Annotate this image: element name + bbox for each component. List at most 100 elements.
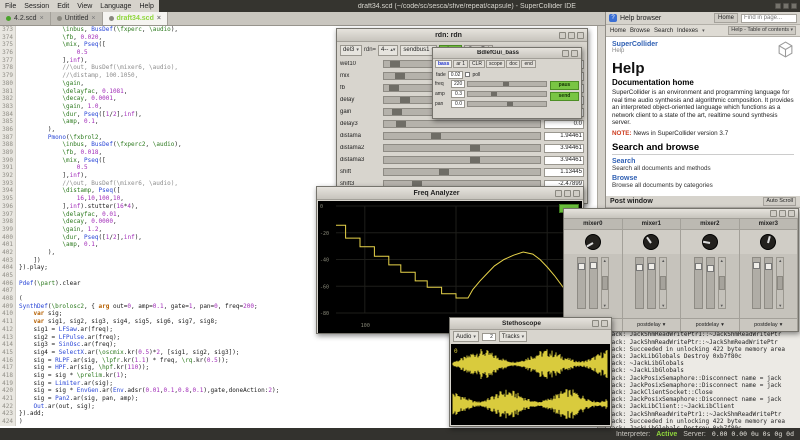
minimize-icon[interactable] xyxy=(559,32,566,39)
mixer-titlebar[interactable] xyxy=(564,209,798,219)
param-slider[interactable] xyxy=(383,120,541,128)
mixer-knob[interactable] xyxy=(585,234,601,250)
auto-scroll-button[interactable]: Auto Scroll xyxy=(763,197,796,206)
toc-select[interactable]: Help - Table of contents ▾ xyxy=(728,26,796,35)
param-slider[interactable] xyxy=(383,156,541,164)
find-in-page-input[interactable] xyxy=(741,14,797,23)
slider-handle[interactable] xyxy=(431,133,441,139)
channel-scrollbar[interactable]: ▲▼ xyxy=(718,257,726,309)
bassgui-titlebar[interactable]: BdlefGui_bass xyxy=(433,48,581,59)
bass-button-bass[interactable]: bass xyxy=(435,60,452,68)
scroll-up-icon[interactable]: ▲ xyxy=(778,258,782,263)
slider-handle[interactable] xyxy=(470,157,480,163)
postdelay-select[interactable]: postdelay▾ xyxy=(681,318,739,331)
spinner-arrows-icon[interactable]: ▴▾ xyxy=(390,47,395,53)
freq-analyzer-titlebar[interactable]: Freq Analyzer xyxy=(317,187,583,200)
slider-handle[interactable] xyxy=(590,262,597,269)
scroll-thumb[interactable] xyxy=(602,276,608,290)
bass-button-scope[interactable]: scope xyxy=(486,60,505,68)
param-slider[interactable] xyxy=(383,132,541,140)
scroll-thumb[interactable] xyxy=(660,276,666,290)
slider-handle[interactable] xyxy=(470,145,480,151)
channel-slider[interactable] xyxy=(577,257,586,309)
channel-scrollbar[interactable]: ▲▼ xyxy=(601,257,609,309)
channel-slider[interactable] xyxy=(647,257,656,309)
param-numbox[interactable]: 0.0 xyxy=(451,100,465,108)
tracks-select[interactable]: Tracks▾ xyxy=(499,331,527,342)
help-nav-home[interactable]: Home xyxy=(610,28,626,34)
note-text[interactable]: News in SuperCollider version 3.7 xyxy=(633,130,728,137)
close-icon[interactable] xyxy=(788,210,795,217)
minimize-icon[interactable] xyxy=(770,210,777,217)
scroll-thumb[interactable] xyxy=(719,276,725,290)
pause-button[interactable]: paus xyxy=(550,81,579,90)
slider-handle[interactable] xyxy=(503,82,509,86)
bass-button-ar1[interactable]: ar 1 xyxy=(453,60,468,68)
param-value[interactable]: 1.13445 xyxy=(544,168,584,177)
tab-Untitled[interactable]: Untitled× xyxy=(51,12,103,25)
bass-button-doc[interactable]: doc xyxy=(506,60,520,68)
poll-checkbox[interactable] xyxy=(465,72,470,77)
slider-handle[interactable] xyxy=(395,73,405,79)
tab-close-icon[interactable]: × xyxy=(91,15,95,22)
slider-handle[interactable] xyxy=(390,61,400,67)
scroll-up-icon[interactable]: ▲ xyxy=(661,258,665,263)
close-icon[interactable] xyxy=(571,50,578,57)
help-home-button[interactable]: Home xyxy=(714,13,738,23)
scroll-down-icon[interactable]: ▼ xyxy=(603,303,607,308)
minimize-icon[interactable] xyxy=(562,50,569,57)
tab-close-icon[interactable]: × xyxy=(157,15,161,22)
param-value[interactable]: 3.94461 xyxy=(544,144,584,153)
param-value[interactable]: 0.0 xyxy=(544,120,584,129)
slider-handle[interactable] xyxy=(389,85,399,91)
slider-handle[interactable] xyxy=(753,262,760,269)
maximize-icon[interactable] xyxy=(568,32,575,39)
slider-handle[interactable] xyxy=(648,263,655,270)
postdelay-select[interactable]: postdelay▾ xyxy=(623,318,681,331)
channel-slider[interactable] xyxy=(764,257,773,309)
param-numbox[interactable]: 0.3 xyxy=(451,90,465,98)
help-nav-browse[interactable]: Browse xyxy=(630,28,650,34)
channel-slider[interactable] xyxy=(589,257,598,309)
tab-draft34-scd[interactable]: draft34.scd× xyxy=(103,12,168,25)
param-slider[interactable] xyxy=(467,91,547,97)
slider-handle[interactable] xyxy=(439,169,449,175)
close-icon[interactable] xyxy=(791,3,797,9)
param-slider[interactable] xyxy=(467,81,547,87)
tab-close-icon[interactable]: × xyxy=(40,15,44,22)
scroll-down-icon[interactable]: ▼ xyxy=(778,303,782,308)
maximize-icon[interactable] xyxy=(783,3,789,9)
slider-handle[interactable] xyxy=(507,102,513,106)
param-slider[interactable] xyxy=(467,101,547,107)
help-nav-search[interactable]: Search xyxy=(654,28,673,34)
channel-slider[interactable] xyxy=(706,257,715,309)
rdn-titlebar[interactable]: rdn: rdn xyxy=(337,29,587,42)
bus-select[interactable]: Audio▾ xyxy=(453,331,479,342)
slider-handle[interactable] xyxy=(695,263,702,270)
tab-4-2-scd[interactable]: 4.2.scd× xyxy=(0,12,51,25)
scroll-down-icon[interactable]: ▼ xyxy=(661,303,665,308)
help-nav-indexes[interactable]: Indexes xyxy=(677,28,698,34)
minimize-icon[interactable] xyxy=(555,190,562,197)
slider-handle[interactable] xyxy=(396,121,406,127)
channel-slider[interactable] xyxy=(752,257,761,309)
channel-slider[interactable] xyxy=(635,257,644,309)
slider-handle[interactable] xyxy=(491,92,497,96)
close-icon[interactable] xyxy=(573,190,580,197)
minimize-icon[interactable] xyxy=(775,3,781,9)
channel-scrollbar[interactable]: ▲▼ xyxy=(776,257,784,309)
channel-scrollbar[interactable]: ▲▼ xyxy=(659,257,667,309)
param-slider[interactable] xyxy=(383,144,541,152)
maximize-icon[interactable] xyxy=(779,210,786,217)
scroll-thumb[interactable] xyxy=(777,276,783,290)
stethoscope-titlebar[interactable]: Stethoscope xyxy=(450,318,611,330)
fx-select[interactable]: del3▾ xyxy=(340,45,362,56)
postdelay-select[interactable]: postdelay▾ xyxy=(740,318,798,331)
scroll-up-icon[interactable]: ▲ xyxy=(720,258,724,263)
param-value[interactable]: 3.94461 xyxy=(544,156,584,165)
close-icon[interactable] xyxy=(577,32,584,39)
channel-count-box[interactable]: 2 xyxy=(482,333,496,341)
maximize-icon[interactable] xyxy=(564,190,571,197)
count-spinner[interactable]: 4--▴▾ xyxy=(378,45,398,56)
browse-link[interactable]: Browse xyxy=(612,175,794,182)
